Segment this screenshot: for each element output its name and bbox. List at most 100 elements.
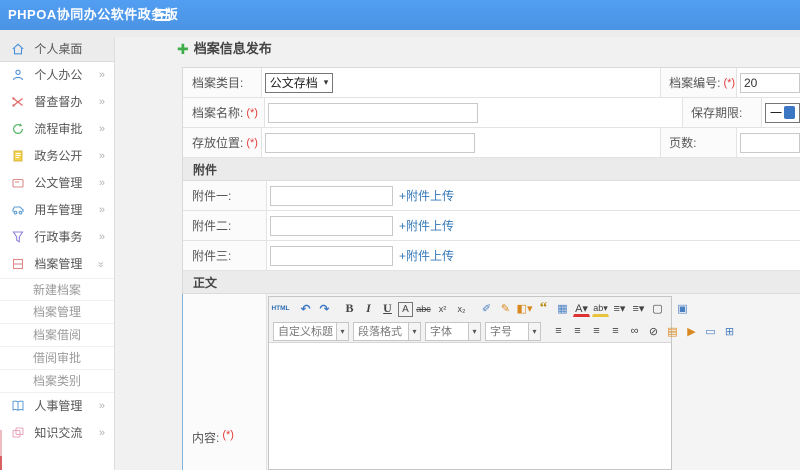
text-border-icon[interactable]: A	[398, 301, 413, 317]
location-label: 存放位置:	[192, 136, 244, 150]
paragraph-format-select[interactable]: 段落格式 ▾	[353, 321, 421, 341]
sidebar-item-label: 督查督办	[34, 95, 83, 109]
remove-format-icon[interactable]: ✐	[478, 300, 495, 318]
pages-input[interactable]	[739, 132, 800, 153]
sidebar-item-personal-desktop[interactable]: 个人桌面	[0, 37, 114, 62]
sidebar-item-label: 用车管理	[34, 203, 83, 217]
link-icon[interactable]: ∞	[626, 322, 643, 340]
sidebar-item-gov-disclosure[interactable]: 政务公开 »	[0, 143, 114, 170]
underline-icon[interactable]: U	[379, 300, 396, 318]
font-family-select-label: 字体	[430, 326, 452, 338]
form-row-attachment-3: 附件三: +附件上传	[183, 241, 800, 271]
superscript-icon[interactable]: x²	[434, 300, 451, 318]
attachment2-label: 附件二:	[192, 219, 232, 233]
paint-color-icon[interactable]: ◧▾	[516, 300, 533, 318]
select-caret-icon: ▾	[408, 322, 420, 340]
select-caret-icon: ▾	[528, 322, 540, 340]
subscript-icon[interactable]: x₂	[453, 300, 470, 318]
blockquote-icon[interactable]: “	[535, 300, 552, 318]
attachment1-input[interactable]	[270, 185, 393, 206]
align-justify-icon[interactable]: ≡	[607, 322, 624, 340]
flash-icon[interactable]: ▶	[683, 322, 700, 340]
attachment2-upload-link[interactable]: +附件上传	[399, 217, 454, 234]
unordered-list-icon[interactable]: ≡▾	[630, 300, 647, 318]
attachment1-label: 附件一:	[192, 189, 232, 203]
editor-toolbar-row1: HTML ↶ ↷ B I U A abc x² x₂ ✐ ✎ ◧▾ “ ▦ A▾…	[269, 297, 688, 320]
align-right-icon[interactable]: ≡	[588, 322, 605, 340]
format-brush-icon[interactable]: ✎	[497, 300, 514, 318]
attachment3-input[interactable]	[270, 245, 393, 266]
chevron-right-icon: »	[98, 69, 105, 81]
align-left-icon[interactable]: ≡	[550, 322, 567, 340]
font-family-select[interactable]: 字体 ▾	[425, 321, 481, 341]
sidebar-subitem-new-archive[interactable]: 新建档案	[0, 278, 114, 301]
redo-icon[interactable]: ↷	[316, 300, 333, 318]
sidebar-item-admin-affairs[interactable]: 行政事务 »	[0, 224, 114, 251]
fullscreen-icon[interactable]: ▣	[674, 300, 691, 318]
sidebar-item-vehicle-mgmt[interactable]: 用车管理 »	[0, 197, 114, 224]
select-caret-icon: ▾	[323, 77, 329, 87]
hamburger-menu-icon[interactable]	[155, 9, 170, 21]
sidebar-item-archive-mgmt[interactable]: 档案管理 »	[0, 251, 114, 278]
custom-title-select[interactable]: 自定义标题 ▾	[273, 321, 349, 341]
source-code-icon[interactable]: HTML	[271, 300, 289, 318]
category-select[interactable]: 公文存档 ▾	[264, 72, 334, 93]
disclosure-icon	[11, 149, 26, 162]
sidebar-subitem-borrow-approval[interactable]: 借阅审批	[0, 347, 114, 370]
align-center-icon[interactable]: ≡	[569, 322, 586, 340]
font-color-icon[interactable]: A▾	[573, 303, 590, 317]
image-icon[interactable]: ▤	[664, 322, 681, 340]
sidebar-item-supervision[interactable]: 督查督办 »	[0, 89, 114, 116]
sidebar-item-personal-office[interactable]: 个人办公 »	[0, 62, 114, 89]
name-input[interactable]	[267, 102, 478, 123]
selection-highlight	[784, 106, 795, 119]
bold-icon[interactable]: B	[341, 300, 358, 318]
editor-content-area[interactable]	[269, 343, 671, 469]
scroll-mark-light	[0, 430, 2, 456]
sidebar-item-label: 个人桌面	[34, 42, 83, 56]
plugins-icon[interactable]: ▦	[554, 300, 571, 318]
sidebar-item-document-mgmt[interactable]: 公文管理 »	[0, 170, 114, 197]
attachment1-label-cell: 附件一:	[183, 181, 267, 210]
category-label: 档案类目:	[192, 76, 244, 90]
scroll-mark	[0, 456, 2, 470]
highlight-color-icon[interactable]: ab▾	[592, 303, 609, 317]
media-icon[interactable]: ▭	[702, 322, 719, 340]
archive-form: 档案类目: 公文存档 ▾ 档案编号: (*) 档案名称: (*) 保存期限:	[182, 67, 800, 470]
unlink-icon[interactable]: ⊘	[645, 322, 662, 340]
number-input[interactable]	[739, 72, 800, 93]
table-icon[interactable]: ⊞	[721, 322, 738, 340]
plus-icon: ✚	[177, 41, 189, 57]
form-row-name: 档案名称: (*) 保存期限: 一	[183, 98, 800, 128]
attachment1-upload-link[interactable]: +附件上传	[399, 187, 454, 204]
location-value-cell	[262, 128, 662, 157]
sidebar-item-process-approval[interactable]: 流程审批 »	[0, 116, 114, 143]
attachment2-input[interactable]	[270, 215, 393, 236]
approval-icon	[11, 122, 26, 135]
required-mark: (*)	[723, 76, 736, 89]
attachment3-upload-link[interactable]: +附件上传	[399, 247, 454, 264]
page-header: ✚ 档案信息发布	[177, 38, 272, 57]
sidebar-subitem-archive-manage[interactable]: 档案管理	[0, 301, 114, 324]
new-document-icon[interactable]: ▢	[649, 300, 666, 318]
sidebar-item-label: 人事管理	[34, 399, 83, 413]
number-value-cell	[737, 68, 800, 97]
sidebar-item-knowledge[interactable]: 知识交流 »	[0, 420, 114, 447]
period-label: 保存期限:	[690, 106, 743, 120]
location-input[interactable]	[264, 132, 475, 153]
body-section-header: 正文	[183, 271, 800, 294]
sidebar-subitem-archive-category[interactable]: 档案类别	[0, 370, 114, 393]
italic-icon[interactable]: I	[360, 300, 377, 318]
rich-text-editor: HTML ↶ ↷ B I U A abc x² x₂ ✐ ✎ ◧▾ “ ▦ A▾…	[268, 296, 734, 470]
sidebar-subitem-archive-borrow[interactable]: 档案借阅	[0, 324, 114, 347]
ordered-list-icon[interactable]: ≡▾	[611, 300, 628, 318]
editor-cell: HTML ↶ ↷ B I U A abc x² x₂ ✐ ✎ ◧▾ “ ▦ A▾…	[267, 294, 800, 470]
strikethrough-icon[interactable]: abc	[415, 300, 432, 318]
period-select[interactable]: 一	[764, 102, 800, 123]
attachments-section-header: 附件	[183, 158, 800, 181]
undo-icon[interactable]: ↶	[297, 300, 314, 318]
chevron-right-icon: »	[98, 427, 105, 439]
archive-submenu: 新建档案 档案管理 档案借阅 借阅审批 档案类别	[0, 278, 114, 393]
sidebar-item-hr-mgmt[interactable]: 人事管理 »	[0, 393, 114, 420]
font-size-select[interactable]: 字号 ▾	[485, 321, 541, 341]
